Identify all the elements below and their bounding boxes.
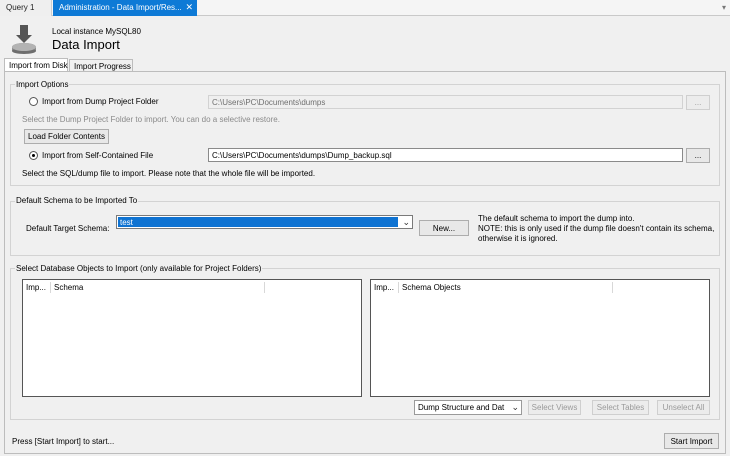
browse-file-button[interactable]: ...: [686, 148, 710, 163]
schema-objects-header[interactable]: Schema Objects: [402, 283, 461, 292]
close-tab-icon[interactable]: ✕: [185, 2, 193, 13]
schema-list-schema-header[interactable]: Schema: [54, 283, 83, 292]
load-folder-contents-button[interactable]: Load Folder Contents: [24, 129, 109, 144]
radio-import-folder-label: Import from Dump Project Folder: [42, 97, 159, 106]
status-text: Press [Start Import] to start...: [12, 437, 115, 446]
tab-data-import-label: Administration - Data Import/Res...: [59, 3, 182, 12]
browse-folder-button[interactable]: ...: [686, 95, 710, 110]
start-import-button[interactable]: Start Import: [664, 433, 719, 449]
instance-name: Local instance MySQL80: [52, 27, 141, 36]
radio-import-file[interactable]: [29, 151, 38, 160]
schema-note-line3: otherwise it is ignored.: [478, 234, 558, 243]
select-views-button[interactable]: Select Views: [528, 400, 581, 415]
chevron-down-icon: ⌄: [402, 217, 410, 227]
schema-objects-list[interactable]: Imp... Schema Objects: [370, 279, 710, 397]
radio-import-folder[interactable]: [29, 97, 38, 106]
tab-overflow-chevron-icon[interactable]: ▾: [722, 3, 726, 12]
column-divider: [50, 282, 51, 293]
chevron-down-icon: ⌄: [511, 402, 519, 412]
editor-tab-strip: Query 1 Administration - Data Import/Res…: [0, 0, 730, 16]
page-title: Data Import: [52, 37, 120, 52]
folder-hint: Select the Dump Project Folder to import…: [22, 115, 280, 124]
data-import-icon: [12, 25, 36, 54]
select-tables-button[interactable]: Select Tables: [592, 400, 649, 415]
dump-type-select[interactable]: Dump Structure and Dat ⌄: [414, 400, 522, 415]
folder-path-field[interactable]: C:\Users\PC\Documents\dumps: [208, 95, 683, 109]
tab-query-1-label: Query 1: [6, 3, 35, 12]
schema-note-line2: NOTE: this is only used if the dump file…: [478, 224, 715, 233]
schema-list-import-header[interactable]: Imp...: [26, 283, 46, 292]
dump-type-value: Dump Structure and Dat: [418, 403, 505, 412]
file-hint: Select the SQL/dump file to import. Plea…: [22, 169, 316, 178]
default-schema-title: Default Schema to be Imported To: [15, 196, 139, 205]
schema-note-line1: The default schema to import the dump in…: [478, 214, 635, 223]
column-divider: [612, 282, 613, 293]
tab-query-1[interactable]: Query 1: [0, 0, 52, 16]
default-target-schema-value: test: [118, 217, 398, 227]
schema-objects-import-header[interactable]: Imp...: [374, 283, 394, 292]
tab-import-from-disk[interactable]: Import from Disk: [4, 58, 68, 72]
tab-data-import[interactable]: Administration - Data Import/Res... ✕: [53, 0, 197, 16]
schema-list[interactable]: Imp... Schema: [22, 279, 362, 397]
column-divider: [398, 282, 399, 293]
default-target-schema-label: Default Target Schema:: [26, 224, 110, 233]
new-schema-button[interactable]: New...: [419, 220, 469, 236]
tab-import-progress-label: Import Progress: [74, 62, 131, 71]
unselect-all-button[interactable]: Unselect All: [657, 400, 710, 415]
default-target-schema-select[interactable]: test ⌄: [116, 215, 413, 229]
database-objects-title: Select Database Objects to Import (only …: [15, 264, 263, 273]
column-divider: [264, 282, 265, 293]
file-path-field[interactable]: C:\Users\PC\Documents\dumps\Dump_backup.…: [208, 148, 683, 162]
import-options-title: Import Options: [15, 80, 70, 89]
tab-import-from-disk-label: Import from Disk: [9, 61, 68, 70]
radio-import-file-label: Import from Self-Contained File: [42, 151, 154, 160]
